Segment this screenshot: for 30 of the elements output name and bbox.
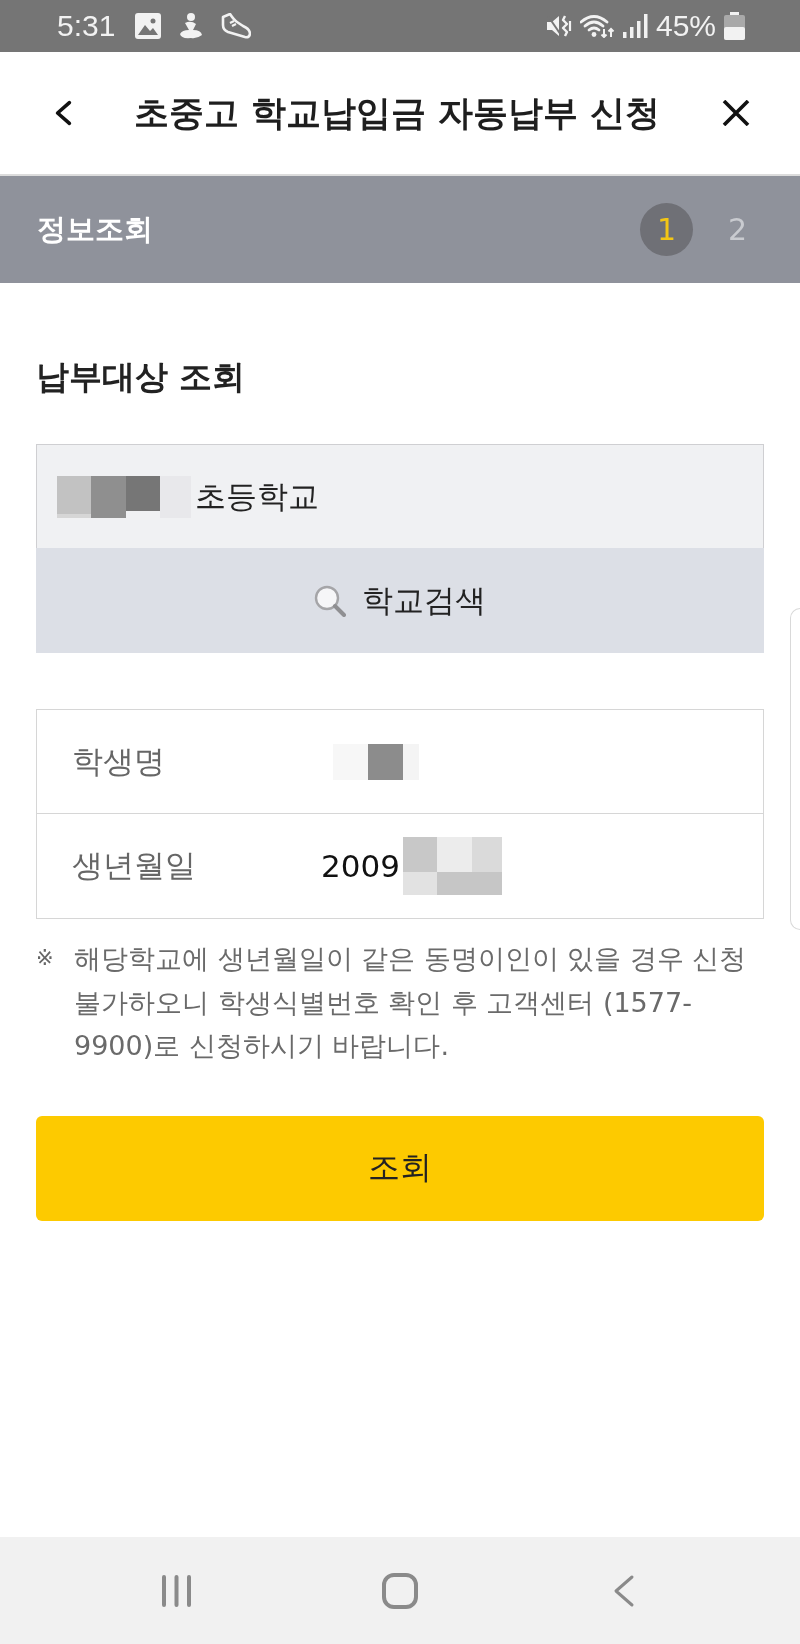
school-name-value: 초등학교	[195, 476, 319, 516]
sneaker-icon	[221, 13, 252, 39]
battery-percent: 45%	[655, 9, 716, 43]
field-label: 생년월일	[71, 846, 196, 885]
person-icon	[179, 13, 204, 39]
section-title: 납부대상 조회	[36, 356, 247, 398]
notice-text: 해당학교에 생년월일이 같은 동명이인이 있을 경우 신청 불가하오니 학생식별번호 확인 후 고객센터 (1577- 9900)로 신청하시기 바랍니다.	[74, 942, 747, 1063]
close-icon	[722, 100, 750, 126]
step-indicator: 2	[726, 211, 749, 249]
recent-apps-icon	[160, 1573, 192, 1608]
edge-panel-handle[interactable]	[790, 608, 800, 930]
school-name-field[interactable]: 초등학교	[36, 444, 764, 548]
note-mark: ※	[36, 945, 55, 972]
field-label: 학생명	[71, 741, 165, 781]
signal-icon	[622, 14, 648, 38]
home-icon	[382, 1572, 418, 1609]
search-icon	[314, 584, 346, 617]
inquiry-button[interactable]: 조회	[36, 1115, 764, 1221]
back-icon	[613, 1573, 635, 1608]
gallery-icon	[135, 13, 162, 39]
school-search-button[interactable]: 학교검색	[36, 548, 764, 653]
speaker-vibrate-icon	[545, 13, 572, 39]
step-title: 정보조회	[37, 210, 153, 248]
wifi-icon	[579, 14, 615, 38]
step-indicator: 1	[640, 203, 693, 256]
page-title: 초중고 학교납입금 자동납부 신청	[132, 92, 662, 135]
field-value: 2009	[321, 848, 400, 884]
battery-icon	[724, 12, 745, 40]
chevron-left-icon	[53, 99, 73, 127]
status-time: 5:31	[57, 9, 116, 43]
